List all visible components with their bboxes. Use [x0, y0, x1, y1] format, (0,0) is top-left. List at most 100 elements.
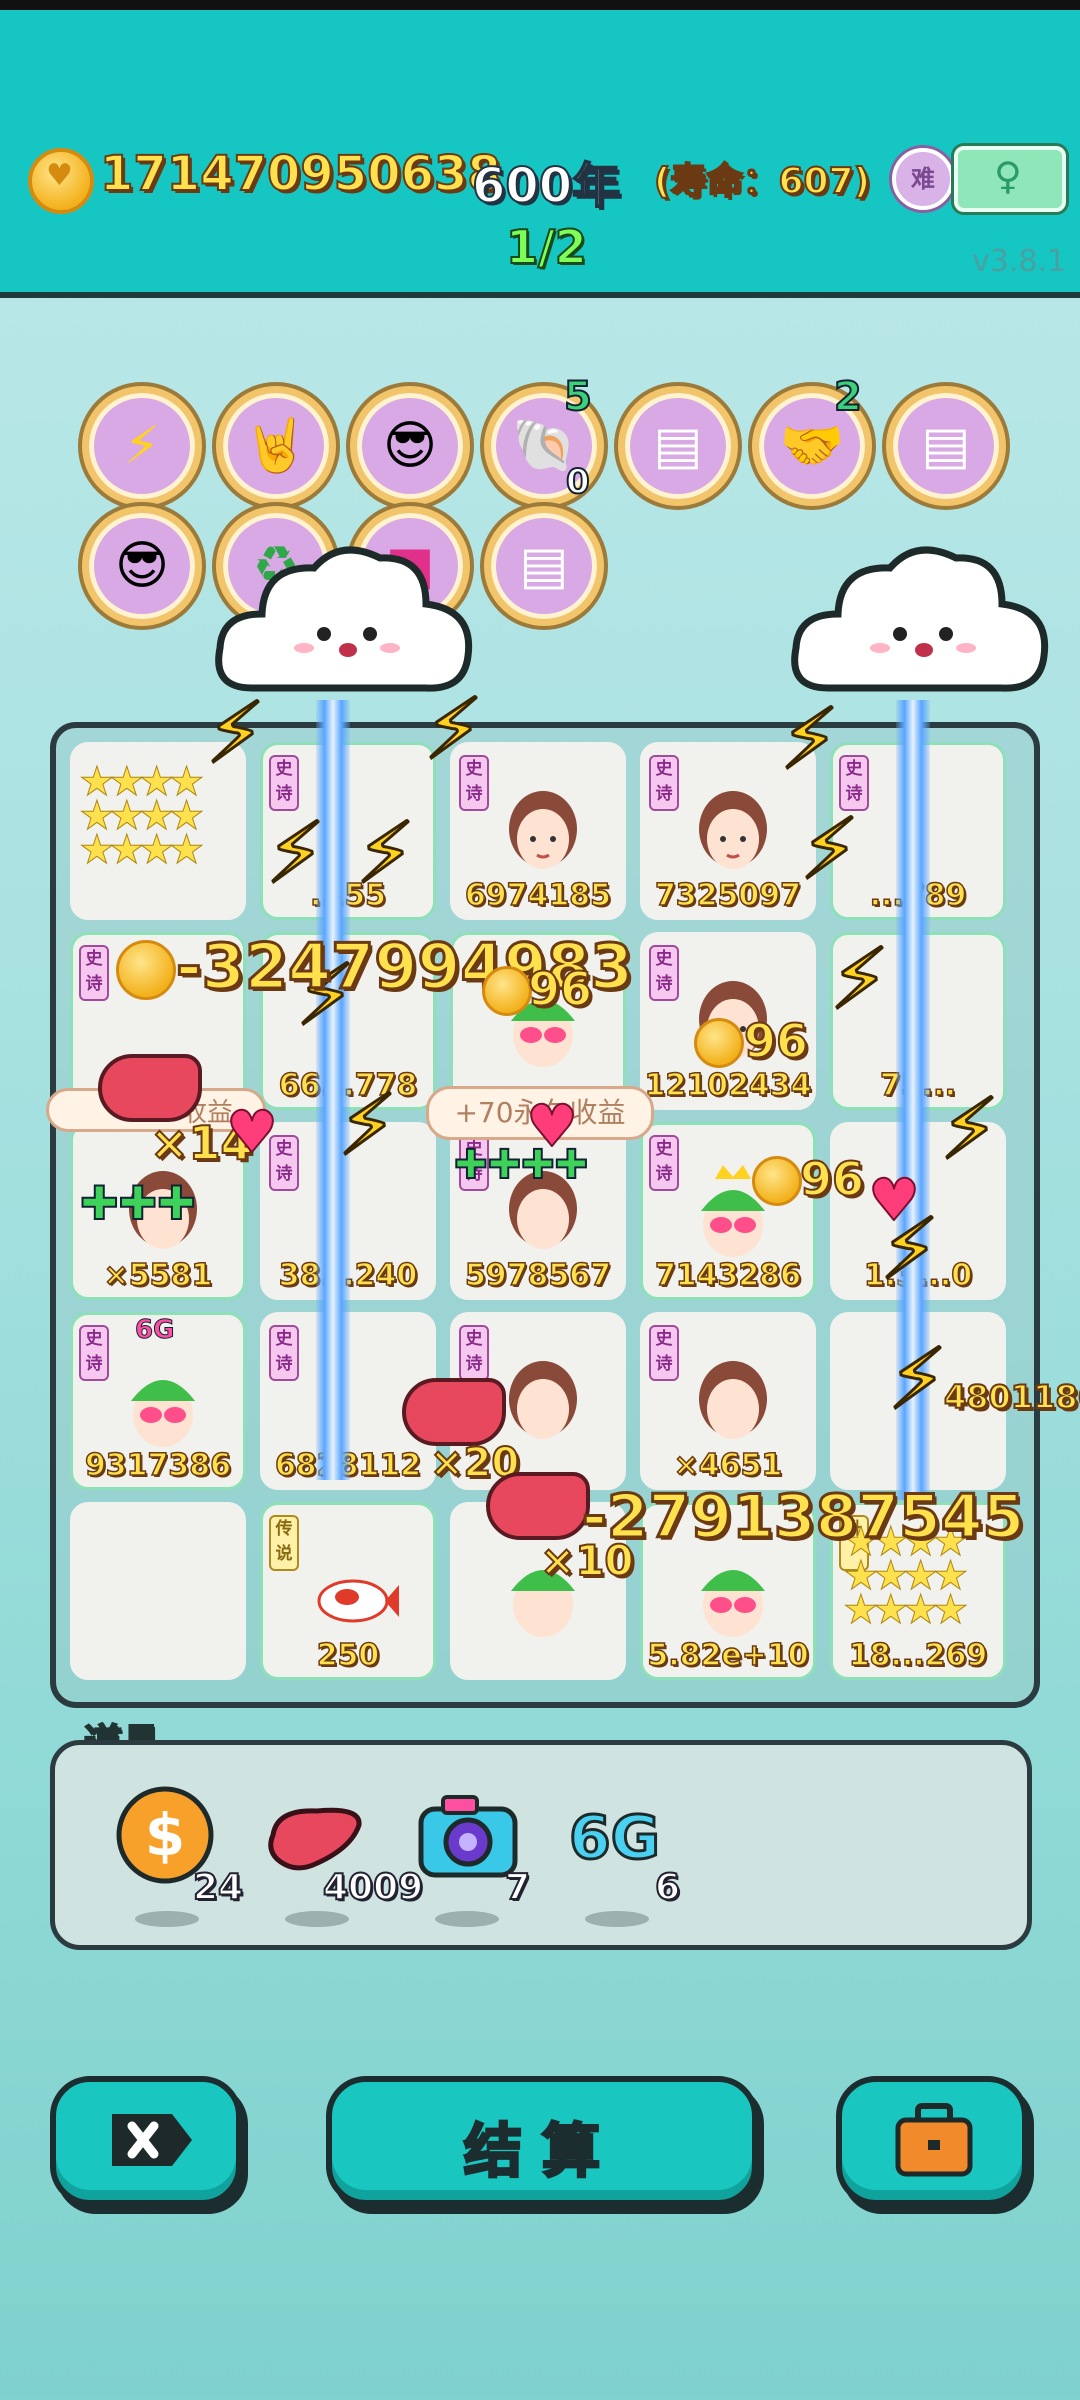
tile-rarity-tag: 史诗 [649, 945, 679, 1001]
income-plus-a: 96 [527, 961, 593, 1017]
tile-rarity-tag: 史诗 [459, 1325, 489, 1381]
green-plus-effect: ✚✚✚ [79, 1175, 197, 1231]
tile-value: ×5581 [103, 1257, 213, 1294]
tile-rarity-tag: 史诗 [649, 1135, 679, 1191]
tile-rarity-tag: 史诗 [649, 1325, 679, 1381]
tile-value: ×4651 [673, 1447, 783, 1484]
prop-count-coin: 24 [192, 1866, 244, 1909]
king-cap-guy-icon [701, 1570, 765, 1637]
skill-multiplier-face[interactable]: 😎 [350, 386, 470, 506]
heart-icon: ♥ [867, 1165, 921, 1235]
prop-count-liver: 4009 [322, 1866, 424, 1909]
skill-lightning[interactable]: ⚡ [82, 386, 202, 506]
tile-value: 6974185 [464, 877, 612, 914]
prop-shadow [435, 1911, 499, 1927]
close-icon [112, 2114, 192, 2166]
coin-count: 171470950638 [99, 145, 502, 203]
props-panel: $ 24 4009 7 6G 6 [50, 1740, 1032, 1950]
green-cap-guy-icon [131, 1380, 195, 1447]
meditate-icon: ♀ [994, 154, 1022, 198]
liver-icon [402, 1378, 506, 1446]
bolt-icon: ⚡ [337, 1075, 399, 1176]
skirt-icon: ▤ [519, 536, 569, 596]
prop-shadow [135, 1911, 199, 1927]
tile-r5c2[interactable]: 传说 250 [260, 1502, 436, 1680]
6g-icon: 6G [568, 1802, 662, 1875]
multiplier-face-icon: 😎 [382, 416, 438, 476]
tile-value: 5978567 [464, 1257, 612, 1294]
skirt-icon: ▤ [921, 416, 971, 476]
settle-button[interactable]: 结算 [326, 2076, 758, 2206]
tile-r3c4[interactable]: 史诗 7143286 [640, 1122, 816, 1300]
income-plus-c: 96 [799, 1151, 865, 1207]
braided-girl-icon [509, 791, 577, 869]
svg-text:$: $ [145, 1801, 185, 1869]
tile-value: 7325097 [654, 877, 802, 914]
tile-r4c1[interactable]: 史诗 6G 9317386 [70, 1312, 246, 1490]
bolt-icon: ⚡ [887, 1329, 949, 1430]
prop-shadow [585, 1911, 649, 1927]
tile-rarity-tag: 史诗 [79, 945, 109, 1001]
rock-hand-icon: 🤘 [243, 416, 309, 476]
handshake-count: 2 [833, 373, 863, 421]
briefcase-icon [895, 2103, 973, 2177]
liver-icon [98, 1054, 202, 1122]
skill-skirt-3[interactable]: ▤ [484, 506, 604, 626]
lightning-icon: ⚡ [123, 416, 161, 476]
years-label: 600年 [471, 157, 621, 215]
koi-fish-icon [317, 1579, 399, 1623]
version-label: v3.8.1 [972, 244, 1067, 279]
green-plus-effect: ✚✚✚✚ [453, 1141, 589, 1189]
6g-badge: 6G [134, 1315, 175, 1346]
tile-value: 12102434 [644, 1067, 813, 1104]
bolt-icon: ⚡ [829, 929, 891, 1030]
skill-rock-hand[interactable]: 🤘 [216, 386, 336, 506]
tile-rarity-tag: 史诗 [79, 1325, 109, 1381]
tile-value: 250 [316, 1637, 380, 1674]
skill-skirt-2[interactable]: ▤ [886, 386, 1006, 506]
bolt-icon: ⚡ [939, 1079, 1001, 1180]
prop-count-6g: 6 [654, 1866, 681, 1909]
shell-count-bottom: 0 [565, 461, 591, 503]
coin-effect-icon [116, 940, 176, 1000]
multiplier-10: ×10 [539, 1535, 635, 1586]
skill-skirt-1[interactable]: ▤ [618, 386, 738, 506]
settle-button-label: 结算 [462, 2116, 620, 2187]
bolt-icon: ⚡ [265, 803, 327, 904]
tile-rarity-tag: 史诗 [649, 755, 679, 811]
tile-r5c1[interactable] [70, 1502, 246, 1680]
bolt-icon: ⚡ [799, 799, 861, 900]
skill-multiplier-face-2[interactable]: 😎 [82, 506, 202, 626]
lifespan-label: (寿命：607) [653, 160, 871, 203]
tile-value: 9317386 [84, 1447, 232, 1484]
coin-effect-icon [752, 1156, 802, 1206]
exit-button[interactable] [50, 2076, 242, 2206]
edge-number: 4801186 [943, 1377, 1080, 1417]
star-burst: ★★★★ ★★★★ ★★★★ [78, 759, 204, 873]
tile-rarity-tag: 史诗 [269, 755, 299, 811]
liver-icon [486, 1472, 590, 1540]
cloud-right-icon [791, 546, 1049, 692]
status-strip [0, 0, 1080, 10]
shell-count-top: 5 [563, 373, 593, 421]
coin-icon [28, 148, 94, 214]
tile-value: 18...269 [848, 1637, 988, 1674]
tile-r4c4[interactable]: 史诗 ×4651 [640, 1312, 816, 1490]
heart-icon: ♥ [225, 1097, 279, 1167]
coin-effect-icon [694, 1018, 744, 1068]
coin-effect-icon [482, 966, 532, 1016]
damage-number-2: -2791387545 [580, 1481, 1025, 1554]
prop-shadow [285, 1911, 349, 1927]
multiplier-face-icon: 😎 [114, 536, 170, 596]
braided-girl-icon [699, 1361, 767, 1439]
bag-button[interactable] [836, 2076, 1028, 2206]
bolt-icon: ⚡ [779, 689, 841, 790]
difficulty-button[interactable]: 难 [892, 148, 954, 210]
meditate-button[interactable]: ♀ [954, 146, 1066, 212]
tile-rarity-tag: 史诗 [269, 1325, 299, 1381]
bolt-icon: ⚡ [423, 679, 485, 780]
tile-value: 7143286 [654, 1257, 802, 1294]
income-plus-b: 96 [743, 1013, 809, 1069]
bolt-icon: ⚡ [355, 803, 417, 904]
prop-count-camera: 7 [504, 1866, 531, 1909]
